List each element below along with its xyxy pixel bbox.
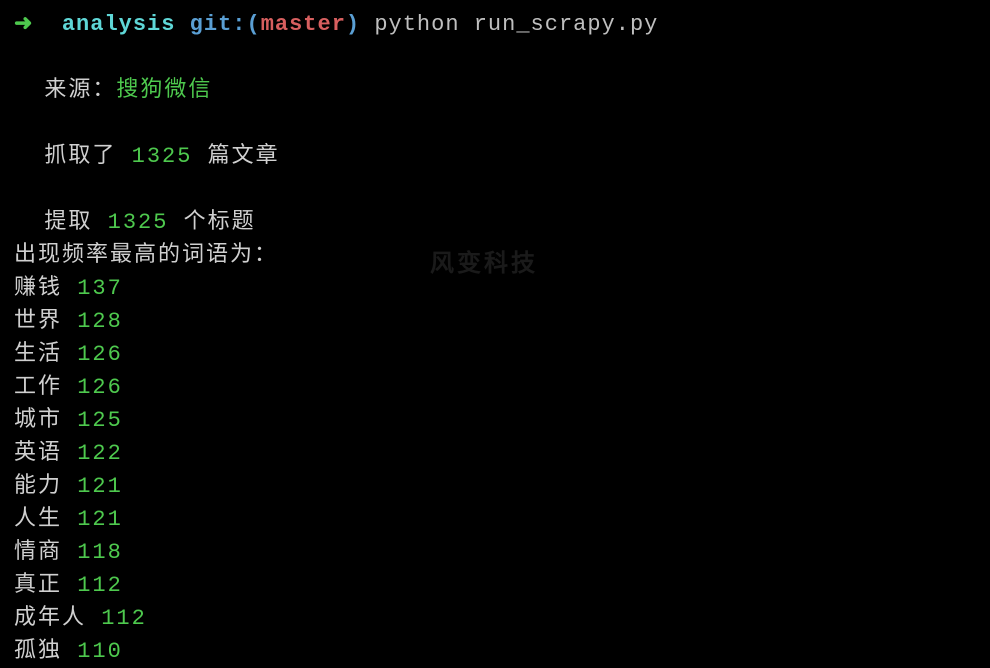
word-count: 110 — [77, 639, 123, 664]
word-term: 真正 — [14, 573, 62, 598]
extracted-count: 1325 — [108, 210, 169, 235]
word-term: 世界 — [14, 309, 62, 334]
word-term: 工作 — [14, 375, 62, 400]
word-row: 工作 126 — [14, 371, 976, 404]
word-term: 生活 — [14, 342, 62, 367]
word-row: 赚钱 137 — [14, 272, 976, 305]
fetched-prefix: 抓取了 — [44, 144, 116, 169]
word-row: 城市 125 — [14, 404, 976, 437]
word-row: 真正 112 — [14, 569, 976, 602]
word-row: 情商 118 — [14, 536, 976, 569]
extracted-line: 提取 1325 个标题 — [14, 173, 976, 239]
word-term: 孤独 — [14, 639, 62, 664]
word-row: 人生 121 — [14, 503, 976, 536]
word-term: 成年人 — [14, 606, 86, 631]
word-count: 121 — [77, 507, 123, 532]
fetched-suffix: 篇文章 — [208, 144, 280, 169]
prompt-directory: analysis — [62, 8, 176, 41]
word-term: 人生 — [14, 507, 62, 532]
word-count: 126 — [77, 375, 123, 400]
word-count: 125 — [77, 408, 123, 433]
word-row: 生活 126 — [14, 338, 976, 371]
shell-prompt[interactable]: ➜ analysis git:(master) python run_scrap… — [14, 8, 976, 41]
fetched-line: 抓取了 1325 篇文章 — [14, 107, 976, 173]
git-prefix: git:( — [190, 8, 261, 41]
word-row: 英语 122 — [14, 437, 976, 470]
word-count: 121 — [77, 474, 123, 499]
extracted-suffix: 个标题 — [184, 210, 256, 235]
word-frequency-list: 赚钱 137世界 128生活 126工作 126城市 125英语 122能力 1… — [14, 272, 976, 668]
word-count: 128 — [77, 309, 123, 334]
word-term: 城市 — [14, 408, 62, 433]
word-row: 世界 128 — [14, 305, 976, 338]
word-count: 118 — [77, 540, 123, 565]
fetched-count: 1325 — [132, 144, 193, 169]
word-term: 赚钱 — [14, 276, 62, 301]
word-row: 孤独 110 — [14, 635, 976, 668]
word-count: 137 — [77, 276, 123, 301]
source-line: 来源：搜狗微信 — [14, 41, 976, 107]
word-term: 能力 — [14, 474, 62, 499]
word-count: 112 — [101, 606, 147, 631]
word-count: 112 — [77, 573, 123, 598]
source-value: 搜狗微信 — [116, 78, 212, 103]
word-term: 英语 — [14, 441, 62, 466]
source-label: 来源： — [44, 78, 116, 103]
word-count: 122 — [77, 441, 123, 466]
command-text: python run_scrapy.py — [374, 8, 658, 41]
frequency-header: 出现频率最高的词语为： — [14, 239, 976, 272]
word-row: 能力 121 — [14, 470, 976, 503]
prompt-arrow-icon: ➜ — [14, 8, 33, 41]
git-branch-name: master — [261, 8, 346, 41]
word-count: 126 — [77, 342, 123, 367]
extracted-prefix: 提取 — [44, 210, 92, 235]
word-row: 成年人 112 — [14, 602, 976, 635]
word-term: 情商 — [14, 540, 62, 565]
git-suffix: ) — [346, 8, 360, 41]
